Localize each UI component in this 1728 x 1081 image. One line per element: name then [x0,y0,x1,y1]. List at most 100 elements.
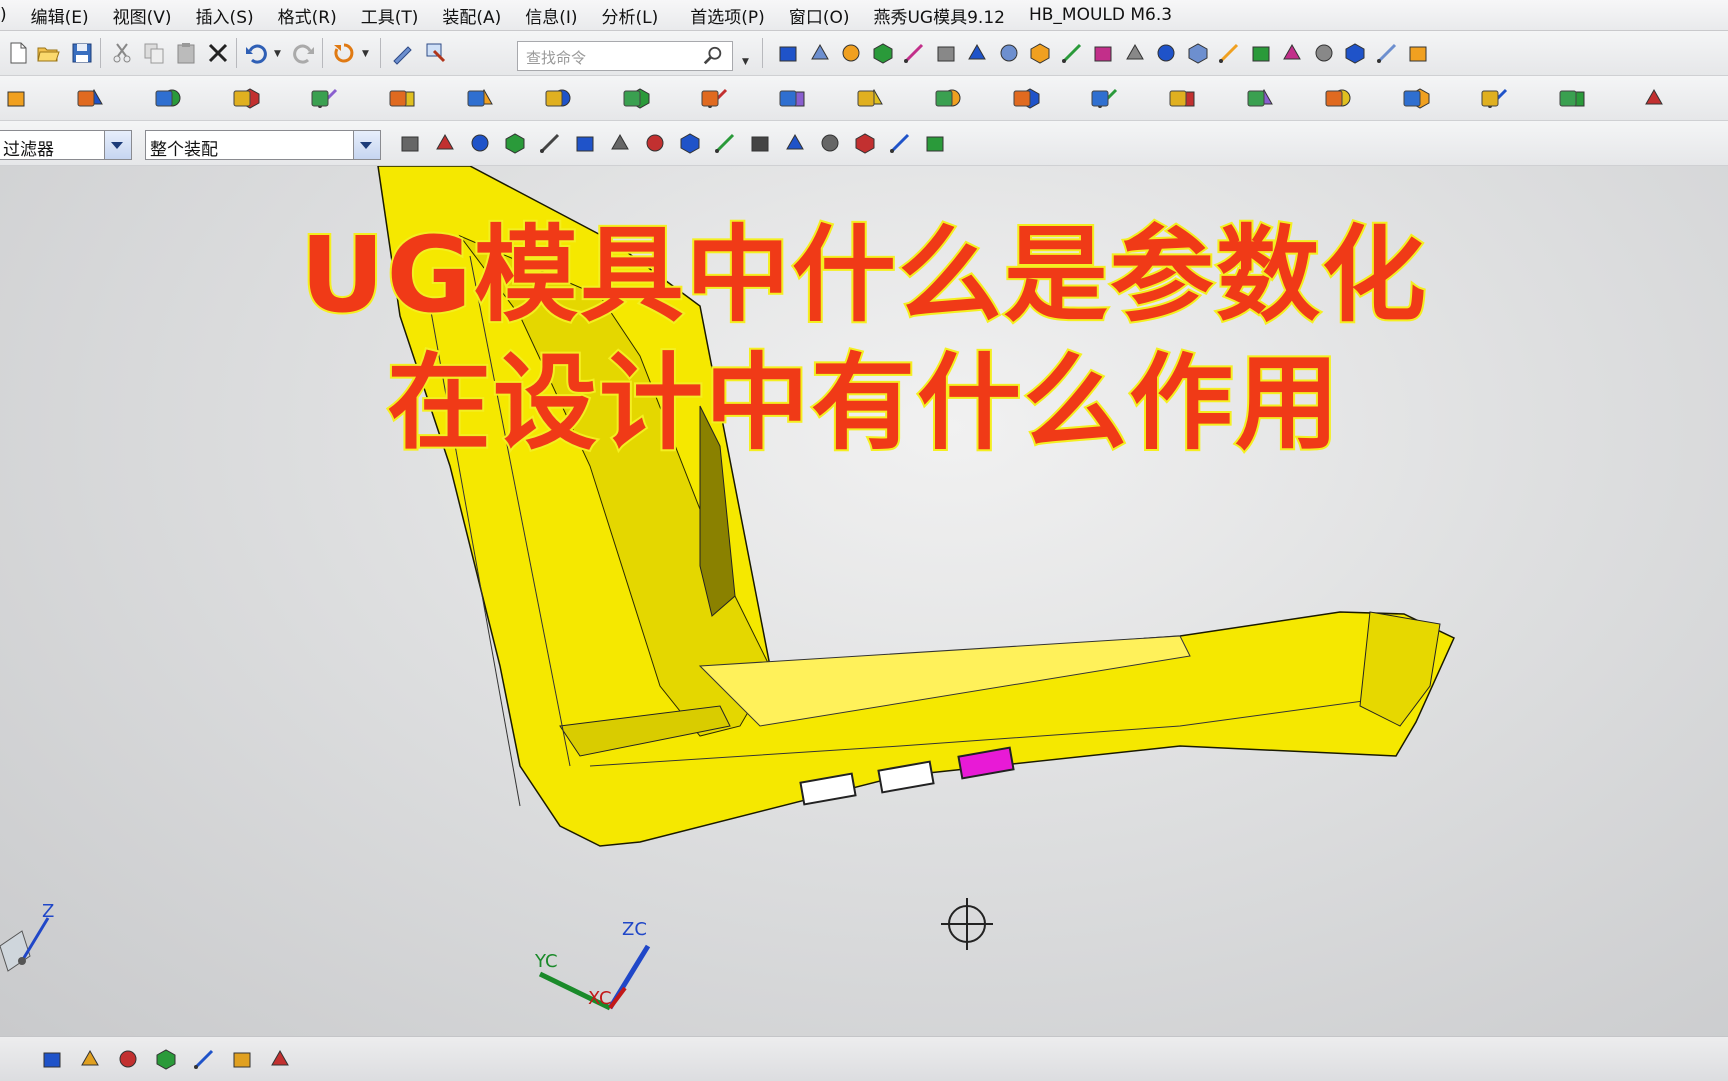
front-view-icon[interactable] [902,41,926,65]
line-icon[interactable] [1217,41,1241,65]
filter-combo[interactable]: 过滤器 [0,130,132,160]
replace-icon[interactable] [1322,86,1346,110]
project-icon[interactable] [1375,41,1399,65]
snap-icon[interactable] [398,131,422,155]
measure-distance-icon[interactable] [268,1047,292,1071]
menu-item[interactable]: 插入(S) [196,3,254,28]
undo-icon[interactable] [244,41,268,65]
cut-icon[interactable] [110,41,134,65]
menu-item[interactable]: 编辑(E) [31,3,89,28]
cavity-icon[interactable] [308,86,332,110]
spline-icon[interactable] [1186,41,1210,65]
section-icon[interactable] [1060,41,1084,65]
paste-icon[interactable] [174,41,198,65]
left-view-icon[interactable] [965,41,989,65]
control-point-icon[interactable] [678,131,702,155]
toolbar-assembly [0,76,1728,121]
end-point-icon[interactable] [608,131,632,155]
delete-icon[interactable] [206,41,230,65]
assembly-icon[interactable] [1010,86,1034,110]
component-icon[interactable] [1088,86,1112,110]
existing-point-icon[interactable] [818,131,842,155]
cooling-icon[interactable] [698,86,722,110]
view-layout-icon[interactable] [997,41,1021,65]
ejector-icon[interactable] [620,86,644,110]
face-icon[interactable] [538,131,562,155]
bridge-icon[interactable] [1406,41,1430,65]
lifter-icon[interactable] [542,86,566,110]
axis-label-zc: ZC [622,919,647,940]
insert-icon[interactable] [386,86,410,110]
layout-icon[interactable] [230,86,254,110]
search-placeholder: 查找命令 [526,49,587,67]
menu-item[interactable]: 视图(V) [113,3,172,28]
menu-item[interactable]: 窗口(O) [789,3,850,28]
runner-icon[interactable] [854,86,878,110]
menu-item[interactable]: HB_MOULD M6.3 [1029,5,1172,25]
top-view-icon[interactable] [871,41,895,65]
menu-item[interactable]: 首选项(P) [690,3,765,28]
mate-icon[interactable] [1244,86,1268,110]
shade-icon[interactable] [808,41,832,65]
offset-curve-icon[interactable] [1343,41,1367,65]
view-orient-icon[interactable] [40,1047,64,1071]
copy-icon[interactable] [142,41,166,65]
move-icon[interactable] [1166,86,1190,110]
menu-item[interactable]: 工具(T) [361,3,419,28]
snap-view-icon[interactable] [192,1047,216,1071]
on-curve-icon[interactable] [853,131,877,155]
frame-icon[interactable] [1028,41,1052,65]
menu-item[interactable]: 信息(I) [525,3,577,28]
redo-icon[interactable] [292,41,316,65]
wcs-icon[interactable] [230,1047,254,1071]
explode-icon[interactable] [1556,86,1580,110]
electrode-icon[interactable] [1642,86,1666,110]
save-icon[interactable] [70,41,94,65]
fit-icon[interactable] [776,41,800,65]
slider-icon[interactable] [464,86,488,110]
assembly-scope-combo[interactable]: 整个装配 [145,130,381,160]
pan-icon[interactable] [116,1047,140,1071]
text-icon[interactable] [1280,41,1304,65]
clip-icon[interactable] [1091,41,1115,65]
quadrant-icon[interactable] [783,131,807,155]
workpiece-icon[interactable] [152,86,176,110]
right-view-icon[interactable] [934,41,958,65]
mid-point-icon[interactable] [643,131,667,155]
iso-view-icon[interactable] [839,41,863,65]
measure-icon[interactable] [1123,41,1147,65]
menu-item[interactable]: 分析(L) [602,3,659,28]
menu-item[interactable]: 燕秀UG模具9.12 [873,3,1004,28]
open-icon[interactable] [36,41,60,65]
body-icon[interactable] [573,131,597,155]
rotate-icon[interactable] [78,1047,102,1071]
box-select-icon[interactable] [503,131,527,155]
curve-icon[interactable] [1154,41,1178,65]
center-icon[interactable] [748,131,772,155]
intersection-icon[interactable] [713,131,737,155]
electrode-icon[interactable] [932,86,956,110]
chevron-down-icon[interactable] [104,131,131,159]
gate-icon[interactable] [776,86,800,110]
point-icon[interactable] [433,131,457,155]
arc-icon[interactable] [1249,41,1273,65]
menu-item[interactable]: ) [0,5,7,25]
menu-item[interactable]: 格式(R) [278,3,337,28]
part-icon[interactable] [74,86,98,110]
fillet-icon[interactable] [1312,41,1336,65]
repeat-icon[interactable] [332,41,356,65]
assembly-icon[interactable] [4,86,28,110]
new-icon[interactable] [6,41,30,65]
select-icon[interactable] [468,131,492,155]
zoom-icon[interactable] [154,1047,178,1071]
tangent-icon[interactable] [888,131,912,155]
search-input[interactable]: 查找命令 [517,41,733,71]
grid-icon[interactable] [923,131,947,155]
display-icon[interactable] [424,41,448,65]
mirror-icon[interactable] [1478,86,1502,110]
chevron-down-icon[interactable] [353,131,380,159]
edit-object-icon[interactable] [390,41,414,65]
search-icon[interactable] [702,45,724,67]
menu-item[interactable]: 装配(A) [442,3,501,28]
array-icon[interactable] [1400,86,1424,110]
